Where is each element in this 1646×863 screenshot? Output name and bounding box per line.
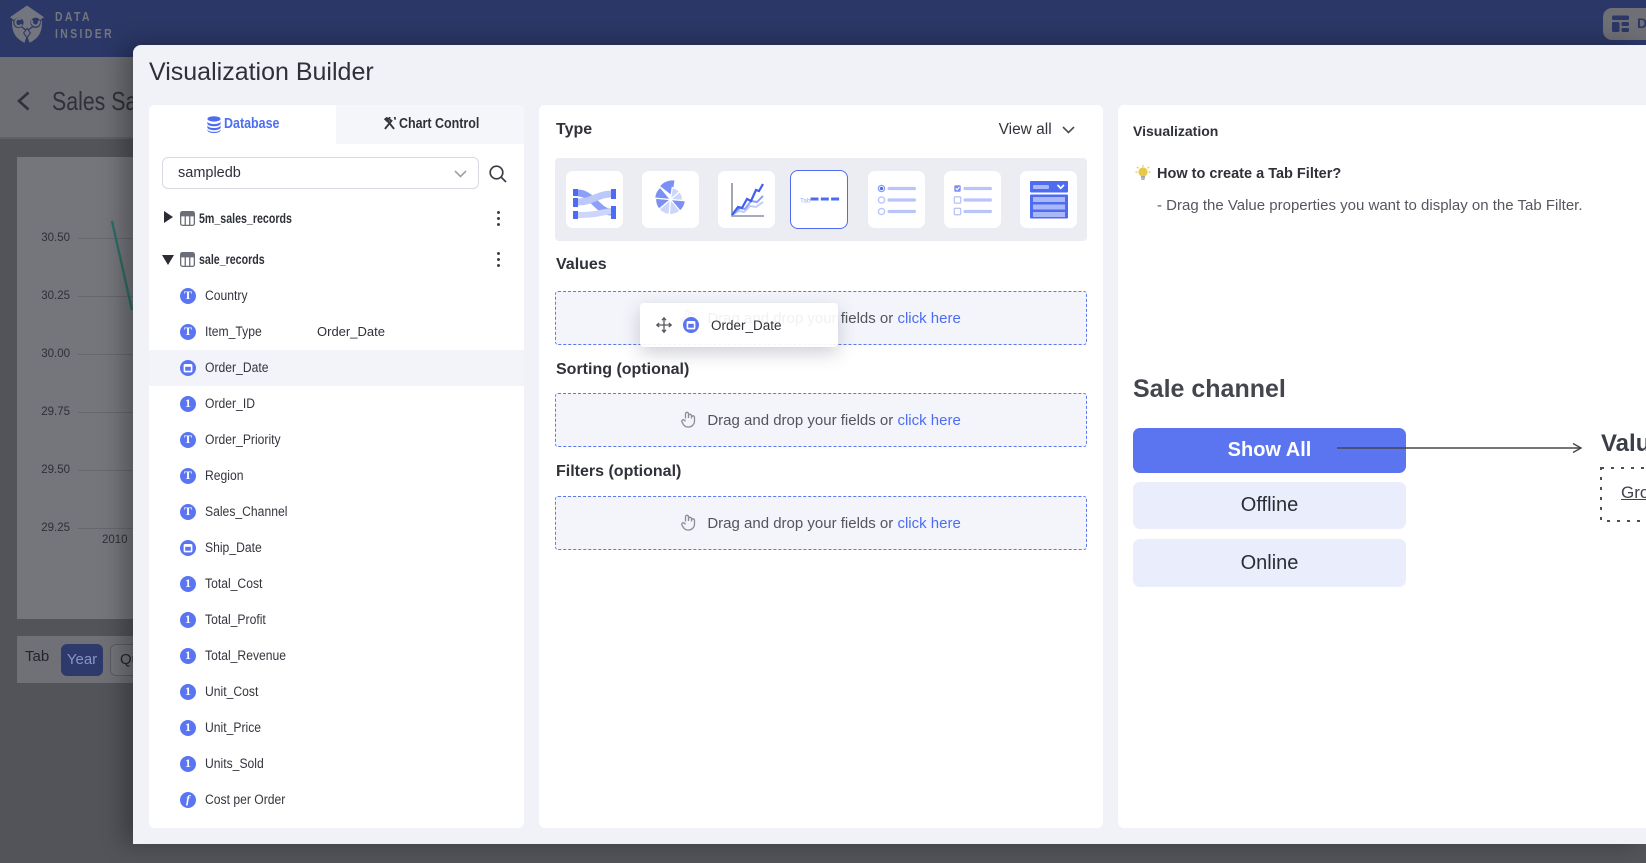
svg-text:Tab: Tab (800, 198, 811, 205)
